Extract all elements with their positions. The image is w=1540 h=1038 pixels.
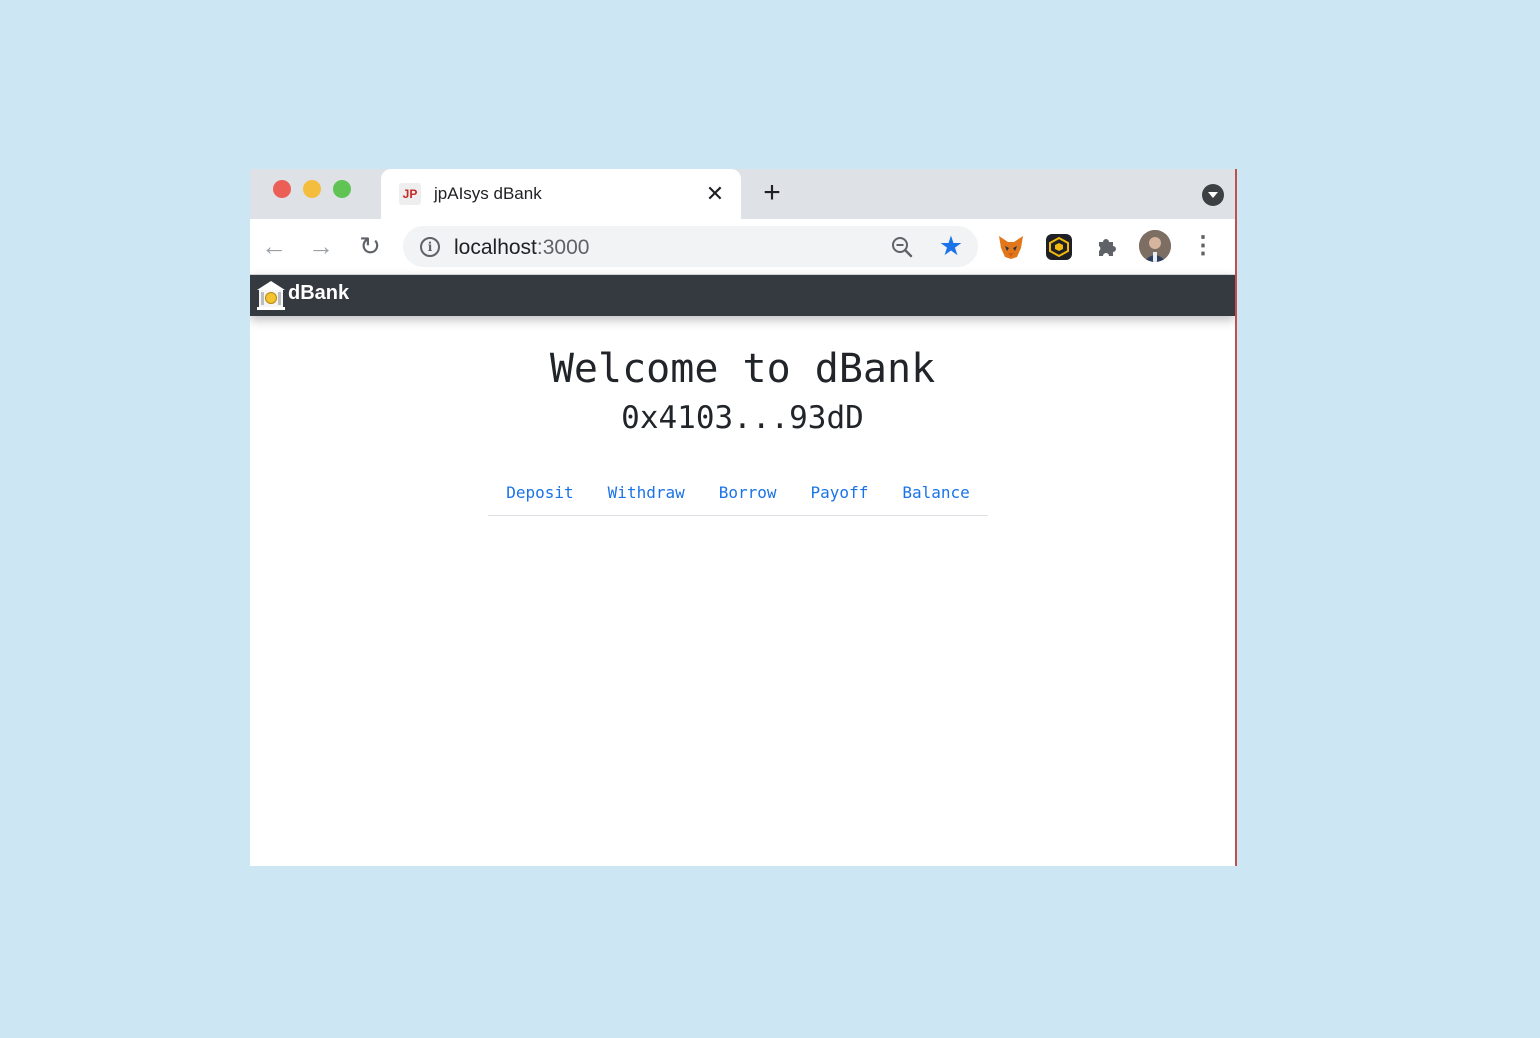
- account-address: 0x4103...93dD: [621, 400, 864, 436]
- minimize-window-button[interactable]: [303, 180, 321, 198]
- metamask-fox-icon[interactable]: [996, 232, 1026, 262]
- tab-strip: JP jpAIsys dBank ✕ +: [250, 169, 1235, 219]
- plus-icon[interactable]: +: [758, 178, 786, 208]
- favicon: JP: [399, 183, 421, 205]
- close-icon[interactable]: ✕: [703, 182, 727, 206]
- action-tabs: Deposit Withdraw Borrow Payoff Balance: [488, 472, 988, 516]
- avatar[interactable]: [1139, 230, 1171, 262]
- browser-window: JP jpAIsys dBank ✕ + ← → ↻ i localhost:3…: [250, 169, 1237, 866]
- url-text[interactable]: localhost:3000: [454, 236, 589, 260]
- arrow-left-icon[interactable]: ←: [259, 231, 289, 261]
- tab-title: jpAIsys dBank: [434, 184, 542, 203]
- arrow-right-icon[interactable]: →: [306, 231, 336, 261]
- reload-icon[interactable]: ↻: [355, 231, 385, 261]
- binance-icon[interactable]: [1044, 232, 1074, 262]
- brand-name[interactable]: dBank: [288, 282, 349, 305]
- zoom-out-icon[interactable]: [890, 235, 914, 259]
- tab-payoff[interactable]: Payoff: [794, 472, 886, 515]
- bank-logo-icon: [257, 281, 285, 310]
- tab-borrow[interactable]: Borrow: [702, 472, 794, 515]
- tab-withdraw[interactable]: Withdraw: [591, 472, 702, 515]
- app-navbar: dBank: [250, 275, 1235, 316]
- kebab-menu-icon[interactable]: ⋮: [1188, 231, 1218, 261]
- puzzle-icon[interactable]: [1092, 232, 1122, 262]
- info-icon[interactable]: i: [420, 237, 440, 257]
- maximize-window-button[interactable]: [333, 180, 351, 198]
- browser-toolbar: ← → ↻ i localhost:3000 ★ ⋮: [250, 219, 1235, 275]
- tab-balance[interactable]: Balance: [885, 472, 986, 515]
- url-host: localhost: [454, 236, 537, 259]
- browser-tab[interactable]: JP jpAIsys dBank ✕: [381, 169, 741, 219]
- page-title: Welcome to dBank: [549, 346, 936, 392]
- tab-deposit[interactable]: Deposit: [489, 472, 590, 515]
- url-port: :3000: [536, 236, 590, 259]
- star-icon[interactable]: ★: [936, 231, 966, 261]
- close-window-button[interactable]: [273, 180, 291, 198]
- chevron-down-icon[interactable]: [1202, 184, 1224, 206]
- address-bar[interactable]: i localhost:3000 ★: [403, 226, 978, 267]
